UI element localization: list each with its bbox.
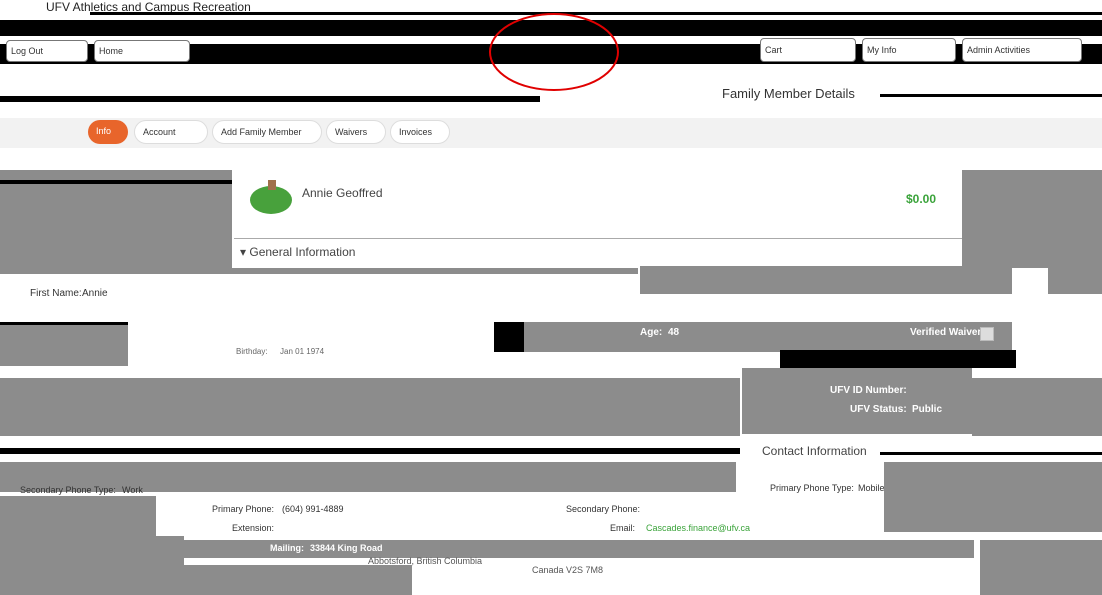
general-info-label: General Information <box>249 245 356 259</box>
contact-rule-right <box>880 452 1102 455</box>
contact-rule-left <box>0 448 740 454</box>
ufvid-label: UFV ID Number: <box>830 385 907 396</box>
left-panel-rule <box>0 180 232 184</box>
admin-activities-button[interactable]: Admin Activities <box>962 38 1082 62</box>
tab-invoices[interactable]: Invoices <box>390 120 450 144</box>
primary-phone-type-label: Primary Phone Type: <box>770 483 854 493</box>
ufvstatus-value: Public <box>912 404 943 415</box>
contact-heading[interactable]: Contact Information <box>762 444 867 458</box>
age-value: 48 <box>668 327 680 338</box>
primary-phone-type-value: Mobile <box>858 483 885 493</box>
mailing-label: Mailing: <box>270 543 304 553</box>
mailing-country: Canada V2S 7M8 <box>532 565 604 575</box>
tab-info[interactable]: Info <box>88 120 128 144</box>
mailing-gray-bottom <box>32 565 412 595</box>
member-name: Annie Geoffred <box>302 186 383 200</box>
secondary-phone-label: Secondary Phone: <box>566 504 641 514</box>
birthday-label: Birthday: <box>236 347 268 356</box>
general-gray-right <box>640 266 1012 294</box>
birthday-value: Jan 01 1974 <box>280 347 325 356</box>
left-panel-block <box>0 170 232 268</box>
ufv-block <box>742 368 972 434</box>
secondary-phone-type-label: Secondary Phone Type: <box>20 485 116 495</box>
ufvstatus-label: UFV Status: <box>850 404 907 415</box>
contact-gray-2 <box>360 462 736 492</box>
annotation-circle <box>489 13 619 91</box>
secondary-phone-type-value: Work <box>122 485 143 495</box>
contact-gray-right <box>884 462 1102 532</box>
logout-button[interactable]: Log Out <box>6 40 88 62</box>
member-card <box>234 170 962 239</box>
tab-add-family-member[interactable]: Add Family Member <box>212 120 322 144</box>
row-block-1 <box>0 322 128 366</box>
row-block-1-rule <box>0 322 128 325</box>
general-gray-far <box>1048 266 1102 294</box>
verified-waiver-label: Verified Waiver: <box>910 327 985 338</box>
row-block-4 <box>780 350 1016 368</box>
extension-label: Extension: <box>232 523 275 533</box>
primary-phone-label: Primary Phone: <box>212 504 275 514</box>
cart-button[interactable]: Cart <box>760 38 856 62</box>
home-button[interactable]: Home <box>94 40 190 62</box>
ufv-block-right <box>972 378 1102 436</box>
email-label: Email: <box>610 523 636 533</box>
general-info-heading[interactable]: ▾ General Information <box>240 245 355 259</box>
avatar-head <box>268 180 276 190</box>
age-label: Age: <box>640 327 663 338</box>
mailing-street: 33844 King Road <box>310 543 383 553</box>
tab-account[interactable]: Account <box>134 120 208 144</box>
email-value[interactable]: Cascades.finance@ufv.ca <box>646 523 750 533</box>
member-balance: $0.00 <box>906 192 937 206</box>
tab-waivers[interactable]: Waivers <box>326 120 386 144</box>
row-block-2a <box>494 322 524 352</box>
family-member-details-title: Family Member Details <box>722 86 855 101</box>
verified-waiver-checkbox[interactable] <box>980 327 994 341</box>
big-gray-band <box>0 378 740 436</box>
first-name-label: First Name: <box>30 288 82 299</box>
primary-phone-value: (604) 991-4889 <box>282 504 344 514</box>
subheader-rule-right <box>880 94 1102 97</box>
first-name-value: Annie <box>82 288 108 299</box>
contact-gray-left <box>0 496 156 536</box>
my-info-button[interactable]: My Info <box>862 38 956 62</box>
avatar <box>250 186 292 214</box>
right-panel-block <box>962 170 1102 268</box>
subheader-rule-left <box>0 96 540 102</box>
mailing-gray-right <box>980 540 1102 595</box>
